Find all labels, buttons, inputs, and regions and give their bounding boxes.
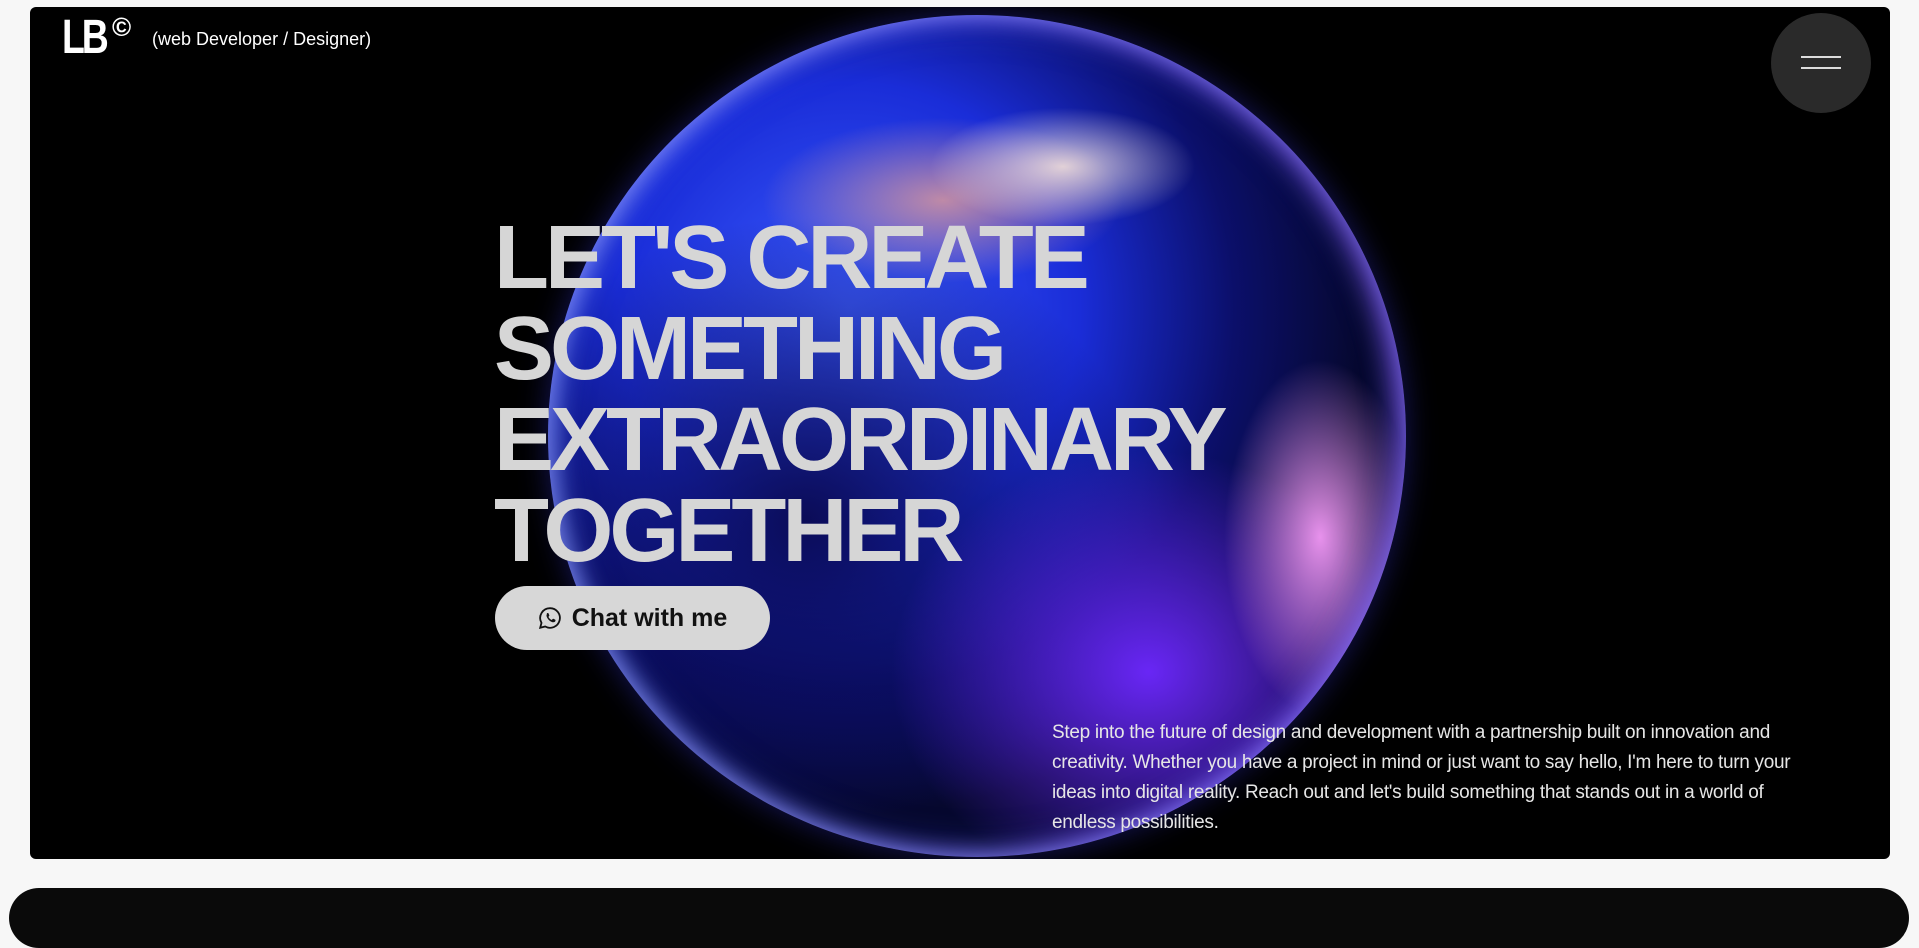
- logo[interactable]: LB ©: [62, 11, 131, 64]
- headline-line: TOGETHER: [494, 481, 964, 581]
- hero-section: LB © (web Developer / Designer) LET'S CR…: [30, 7, 1890, 859]
- hero-description: Step into the future of design and devel…: [1052, 722, 1791, 833]
- hamburger-icon-line: [1801, 67, 1841, 69]
- headline-line: EXTRAORDINARY: [494, 390, 1228, 490]
- hero-headline: LET'S CREATE SOMETHING EXTRAORDINARY TOG…: [494, 208, 1228, 581]
- headline-line: SOMETHING: [494, 299, 1007, 399]
- logo-mark: LB: [62, 11, 109, 64]
- chat-button-label: Chat with me: [571, 603, 728, 632]
- whatsapp-icon: [538, 607, 561, 630]
- headline-line: LET'S CREATE: [494, 208, 1090, 308]
- menu-button[interactable]: [1771, 13, 1871, 113]
- chat-with-me-button[interactable]: Chat with me: [495, 586, 770, 650]
- copyright-symbol: ©: [112, 12, 132, 42]
- header-tagline: (web Developer / Designer): [152, 29, 372, 49]
- hamburger-icon: [1801, 56, 1841, 58]
- next-section-top: [9, 888, 1909, 948]
